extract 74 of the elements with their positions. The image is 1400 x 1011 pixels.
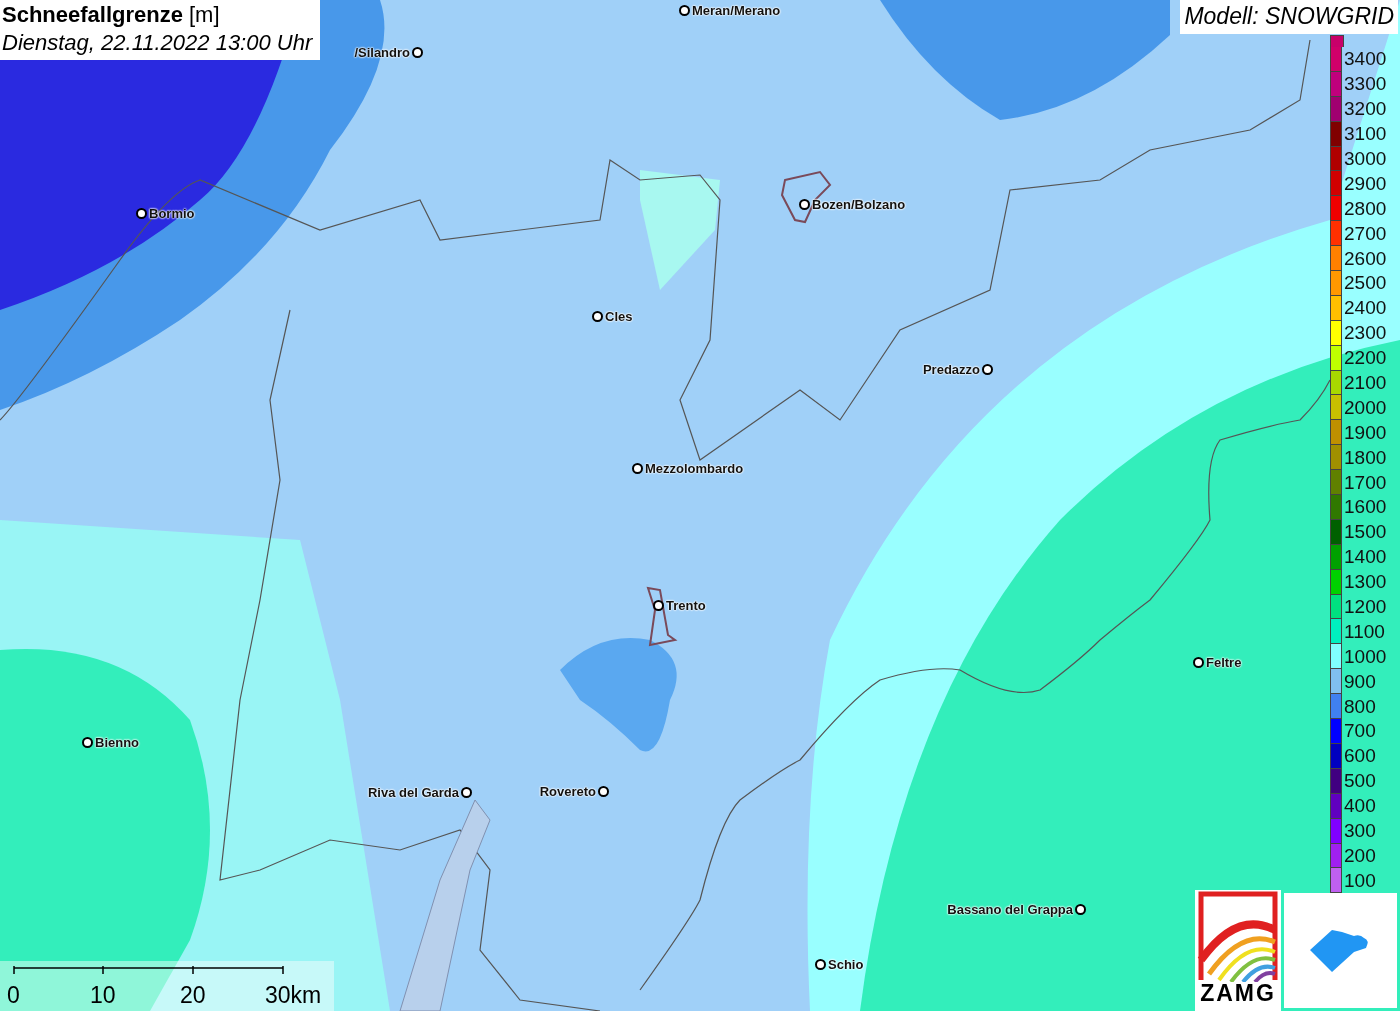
city-dot-icon (136, 208, 147, 219)
forecast-datetime: Dienstag, 22.11.2022 13:00 Uhr (2, 30, 313, 56)
legend-label: 3000 (1344, 148, 1387, 170)
legend-label: 400 (1344, 795, 1376, 818)
rainbow-logo-icon (1197, 890, 1279, 982)
city-label: Feltre (1206, 655, 1242, 670)
city-label: Cles (605, 309, 633, 324)
city-label: Predazzo (922, 362, 980, 377)
city-dot-icon (412, 47, 423, 58)
legend-label: 2300 (1344, 322, 1387, 345)
legend-label: 2100 (1344, 372, 1387, 394)
legend-label: 900 (1344, 670, 1376, 693)
scale-line-icon (13, 965, 285, 977)
legend-label: 1200 (1344, 596, 1387, 619)
legend-label: 2600 (1344, 247, 1387, 270)
legend-label: 3300 (1344, 73, 1387, 96)
legend-label: 1400 (1344, 546, 1387, 569)
city-label: /Silandro (354, 45, 410, 60)
legend-label: 2800 (1344, 197, 1387, 220)
legend-label: 200 (1344, 844, 1376, 867)
city-dot-icon (598, 786, 609, 797)
legend-label: 1800 (1344, 446, 1387, 469)
city-label: Meran/Merano (692, 3, 781, 18)
city-dot-icon (799, 199, 810, 210)
scale-label: 30km (265, 982, 322, 1009)
city-label: Trento (666, 598, 706, 613)
legend-label: 2000 (1344, 396, 1387, 419)
legend-label: 700 (1344, 720, 1376, 743)
legend-label: 1300 (1344, 571, 1387, 594)
city-label: Bassano del Grappa (947, 902, 1073, 917)
city-dot-icon (1075, 904, 1086, 915)
city-dot-icon (815, 959, 826, 970)
scale-label: 10 (90, 982, 116, 1009)
legend-label: 2700 (1344, 222, 1387, 245)
legend-label: 1500 (1344, 521, 1387, 544)
city-label: Bienno (95, 735, 140, 750)
legend-label: 1600 (1344, 496, 1387, 519)
city-label: Riva del Garda (367, 785, 459, 800)
legend-label: 300 (1344, 820, 1376, 843)
city-dot-icon (653, 600, 664, 611)
legend-label: 2200 (1344, 347, 1387, 370)
legend-label: 500 (1344, 770, 1376, 793)
model-label: Modell: SNOWGRID (1180, 0, 1398, 34)
legend-label: 2500 (1344, 272, 1387, 295)
city-label: Mezzolombardo (645, 461, 744, 476)
map-title: Schneefallgrenze (2, 2, 183, 28)
logo-text: ZAMG (1200, 980, 1276, 1007)
legend-label: 800 (1344, 695, 1376, 718)
legend-label: 2400 (1344, 297, 1387, 320)
legend-label: 2900 (1344, 172, 1387, 195)
legend-label: 100 (1344, 869, 1376, 892)
legend-label: 3200 (1344, 98, 1387, 121)
scale-label: 20 (180, 982, 206, 1009)
city-label: Rovereto (539, 784, 596, 799)
unit-label: [m] (188, 2, 220, 28)
city-dot-icon (592, 311, 603, 322)
legend-swatch (1330, 35, 1344, 47)
city-dot-icon (1193, 657, 1204, 668)
city-label: Bormio (149, 206, 195, 221)
scale-label: 0 (7, 982, 20, 1009)
legend-label: 3400 (1344, 48, 1387, 71)
city-dot-icon (982, 364, 993, 375)
legend-label: 1100 (1344, 620, 1385, 643)
city-dot-icon (632, 463, 643, 474)
city-label: Bozen/Bolzano (812, 197, 906, 212)
legend-label: 1700 (1344, 471, 1387, 494)
city-dot-icon (461, 787, 472, 798)
legend-label: 3100 (1344, 123, 1387, 146)
city-label: Schio (828, 957, 864, 972)
legend-label: 600 (1344, 745, 1376, 768)
city-dot-icon (82, 737, 93, 748)
city-dot-icon (679, 5, 690, 16)
legend-label: 1900 (1344, 421, 1387, 444)
legend-label: 1000 (1344, 645, 1387, 668)
